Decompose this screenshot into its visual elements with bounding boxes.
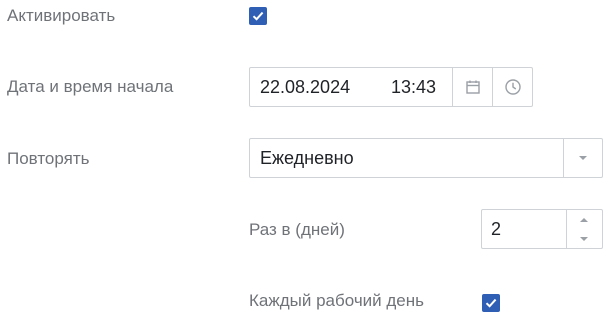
clock-icon	[505, 79, 521, 95]
interval-label: Раз в (дней)	[249, 220, 345, 239]
start-time-input[interactable]: 13:43	[391, 68, 436, 106]
check-icon	[252, 11, 264, 21]
calendar-icon	[466, 80, 480, 94]
chevron-up-icon	[580, 217, 588, 222]
check-icon	[485, 298, 497, 308]
interval-input[interactable]: 2	[491, 210, 501, 248]
decrement-button[interactable]	[566, 229, 602, 248]
activate-label: Активировать	[7, 6, 116, 25]
repeat-label: Повторять	[7, 149, 90, 168]
chevron-down-icon	[579, 156, 587, 160]
calendar-button[interactable]	[452, 68, 493, 106]
interval-stepper: 2	[481, 209, 603, 249]
start-datetime-label: Дата и время начала	[7, 77, 174, 96]
repeat-select-value: Ежедневно	[260, 148, 354, 168]
chevron-down-icon	[580, 236, 588, 241]
increment-button[interactable]	[566, 210, 602, 229]
repeat-select[interactable]: Ежедневно	[249, 138, 603, 178]
workdays-checkbox[interactable]	[482, 294, 500, 312]
repeat-dropdown-button[interactable]	[564, 139, 602, 177]
clock-button[interactable]	[492, 68, 533, 106]
start-datetime-field: 22.08.2024 13:43	[249, 67, 533, 107]
workdays-label: Каждый рабочий день	[249, 291, 425, 310]
start-date-input[interactable]: 22.08.2024	[260, 68, 350, 106]
activate-checkbox[interactable]	[249, 7, 267, 25]
